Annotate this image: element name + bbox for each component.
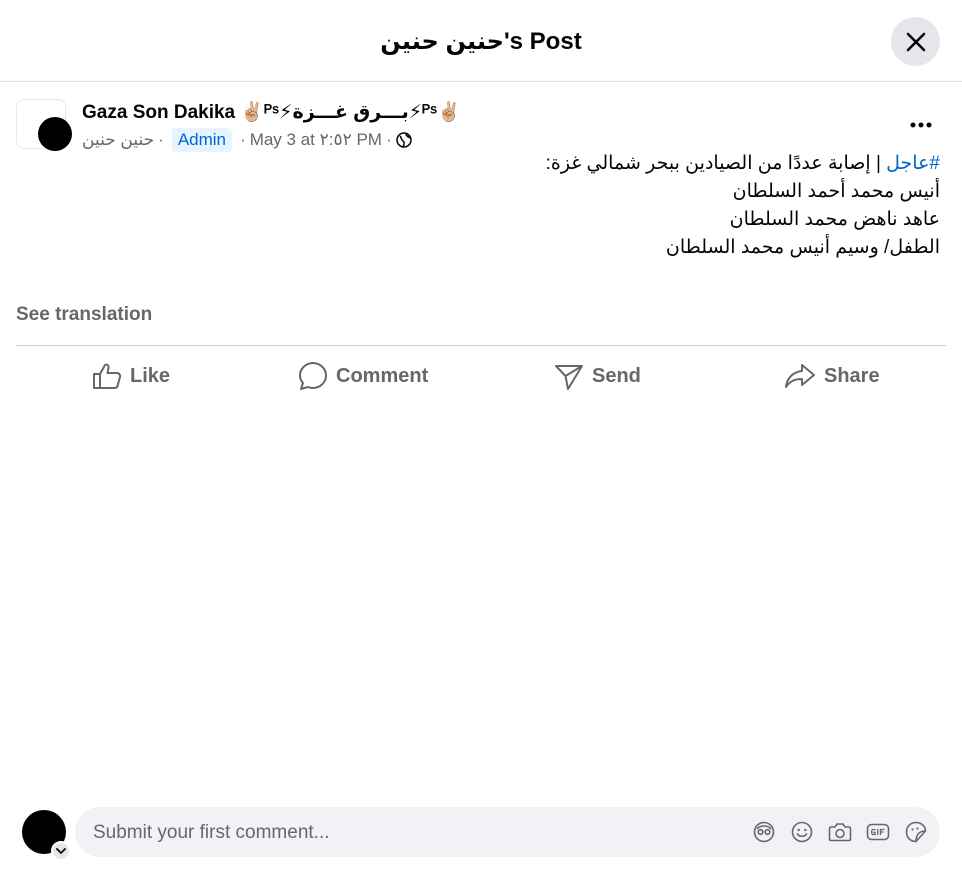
like-icon [93, 363, 122, 389]
emoji-icon[interactable] [790, 820, 814, 844]
post-body: #عاجل | إصابة عددًا من الصيادين ببحر شما… [140, 150, 940, 262]
comment-input[interactable] [91, 807, 695, 859]
share-button[interactable]: Share [784, 358, 880, 394]
comment-composer [75, 807, 940, 859]
group-name-link[interactable]: Gaza Son Dakika ✌🏼ᴾˢ⚡بـــرق غـــزة⚡ᴾˢ✌🏼 [82, 101, 461, 125]
comment-button[interactable]: Comment [298, 358, 428, 394]
sticker-icon[interactable] [904, 820, 928, 844]
close-button[interactable] [891, 17, 940, 66]
post-options-button[interactable] [906, 110, 936, 140]
see-translation-link[interactable]: See translation [16, 304, 152, 326]
comment-label: Comment [336, 364, 429, 387]
hashtag-link[interactable]: #عاجل [886, 153, 940, 174]
avatar-sticker-icon[interactable] [752, 820, 776, 844]
comment-icon [299, 362, 327, 390]
dialog-title: حنين حنين's Post [380, 28, 582, 55]
meta-separator: · [385, 130, 392, 149]
close-icon [906, 32, 925, 51]
admin-badge: Admin [171, 128, 233, 152]
post-line: أنيس محمد أحمد السلطان [732, 181, 940, 202]
more-options-icon [910, 122, 932, 128]
chevron-down-icon [56, 847, 66, 854]
post-line: الطفل/ وسيم أنيس محمد السلطان [665, 237, 940, 258]
share-icon [785, 364, 815, 388]
post-dialog-header: حنين حنين's Post [0, 0, 962, 82]
meta-separator: · [158, 130, 164, 149]
author-name-link[interactable]: حنين حنين [82, 128, 154, 152]
camera-icon[interactable] [828, 820, 852, 844]
meta-separator: · [240, 130, 246, 149]
send-button[interactable]: Send [554, 358, 641, 394]
post-meta: حنين حنين · Admin · May 3 at ٢:٥٢ PM · [82, 128, 412, 152]
send-icon [555, 365, 583, 390]
post-line: #عاجل | إصابة عددًا من الصيادين ببحر شما… [545, 153, 940, 174]
post-timestamp[interactable]: May 3 at ٢:٥٢ PM [250, 128, 382, 152]
like-button[interactable]: Like [92, 358, 170, 394]
profile-switcher-button[interactable] [51, 841, 71, 861]
like-label: Like [130, 364, 171, 387]
composer-toolbar [752, 820, 928, 844]
globe-icon [395, 132, 412, 148]
share-label: Share [824, 364, 880, 387]
actions-divider [16, 345, 946, 346]
gif-icon[interactable] [866, 820, 890, 844]
post-line: عاهد ناهض محمد السلطان [729, 209, 940, 230]
send-label: Send [592, 364, 641, 387]
author-avatar[interactable] [38, 117, 72, 151]
